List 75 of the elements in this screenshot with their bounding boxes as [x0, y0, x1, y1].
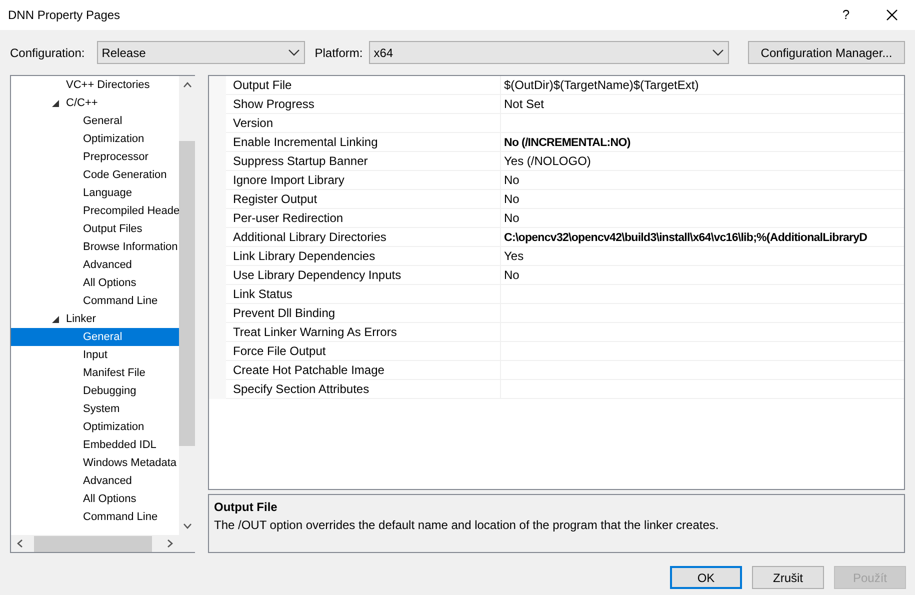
property-name[interactable]: Show Progress — [226, 95, 501, 114]
property-value[interactable]: Not Set — [501, 95, 904, 114]
platform-label: Platform: — [314, 44, 363, 62]
window-title: DNN Property Pages — [8, 7, 122, 24]
tree-item[interactable]: Output Files — [11, 220, 179, 238]
property-value[interactable]: No — [501, 190, 904, 209]
description-title: Output File — [214, 499, 278, 516]
property-name[interactable]: Additional Library Directories — [226, 228, 501, 247]
tree-item[interactable]: Command Line — [11, 508, 179, 526]
property-value[interactable]: $(OutDir)$(TargetName)$(TargetExt) — [501, 76, 904, 95]
configuration-label: Configuration: — [10, 44, 85, 62]
dialog-button[interactable]: Zrušit — [752, 566, 824, 589]
property-name[interactable]: Register Output — [226, 190, 501, 209]
property-name[interactable]: Prevent Dll Binding — [226, 304, 501, 323]
property-value[interactable]: Yes (/NOLOGO) — [501, 152, 904, 171]
chevron-down-icon — [712, 48, 724, 56]
scrollbar-thumb[interactable] — [34, 536, 152, 552]
property-name[interactable]: Use Library Dependency Inputs — [226, 266, 501, 285]
tree-item[interactable]: Code Generation — [11, 166, 179, 184]
tree-item[interactable]: Manifest File — [11, 364, 179, 382]
tree-item[interactable]: Advanced — [11, 472, 179, 490]
property-name[interactable]: Create Hot Patchable Image — [226, 361, 501, 380]
expand-arrow-icon[interactable] — [52, 100, 59, 106]
property-value[interactable]: C:\opencv32\opencv42\build3\install\x64\vc16\lib;%(AdditionalLibraryD — [501, 228, 904, 247]
property-name[interactable]: Output File — [226, 76, 501, 95]
description-text: The /OUT option overrides the default name and location of the program that the linker creates. — [214, 517, 720, 534]
property-name[interactable]: Link Status — [226, 285, 501, 304]
property-name[interactable]: Enable Incremental Linking — [226, 133, 501, 152]
property-value[interactable]: Yes — [501, 247, 904, 266]
scroll-right-icon[interactable] — [167, 539, 173, 548]
horizontal-scrollbar[interactable] — [11, 535, 195, 552]
tree-item[interactable]: Preprocessor — [11, 148, 179, 166]
scrollbar-thumb[interactable] — [179, 141, 195, 446]
tree-item[interactable]: Input — [11, 346, 179, 364]
dialog-button[interactable]: OK — [670, 566, 742, 589]
scroll-up-icon[interactable] — [182, 82, 192, 88]
tree-item[interactable]: Windows Metadata — [11, 454, 179, 472]
vertical-scrollbar[interactable] — [179, 76, 195, 535]
tree-item[interactable]: Precompiled Heade — [11, 202, 179, 220]
tree-item[interactable]: Browse Information — [11, 238, 179, 256]
tree-item[interactable]: System — [11, 400, 179, 418]
property-value[interactable]: No — [501, 171, 904, 190]
help-button[interactable]: ? — [823, 5, 869, 25]
tree-item[interactable]: Linker — [11, 310, 179, 328]
property-name[interactable]: Suppress Startup Banner — [226, 152, 501, 171]
tree-item[interactable]: All Options — [11, 274, 179, 292]
property-name[interactable]: Per-user Redirection — [226, 209, 501, 228]
property-name[interactable]: Force File Output — [226, 342, 501, 361]
tree-item[interactable]: VC++ Directories — [11, 76, 179, 94]
scroll-down-icon[interactable] — [182, 523, 192, 529]
tree-item[interactable]: Optimization — [11, 418, 179, 436]
tree-item[interactable]: Debugging — [11, 382, 179, 400]
property-name[interactable]: Ignore Import Library — [226, 171, 501, 190]
property-name[interactable]: Specify Section Attributes — [226, 380, 501, 399]
expand-arrow-icon[interactable] — [52, 316, 59, 322]
property-name[interactable]: Treat Linker Warning As Errors — [226, 323, 501, 342]
tree-item[interactable]: Command Line — [11, 292, 179, 310]
chevron-down-icon — [288, 48, 300, 56]
property-value[interactable]: No — [501, 209, 904, 228]
tree-item[interactable]: General — [11, 112, 179, 130]
tree-item[interactable]: General — [11, 328, 179, 346]
tree-item[interactable]: Embedded IDL — [11, 436, 179, 454]
platform-dropdown[interactable]: x64 — [368, 41, 729, 64]
property-name[interactable]: Link Library Dependencies — [226, 247, 501, 266]
tree-item[interactable]: All Options — [11, 490, 179, 508]
property-name[interactable]: Version — [226, 114, 501, 133]
tree-item[interactable]: Advanced — [11, 256, 179, 274]
tree-item[interactable]: C/C++ — [11, 94, 179, 112]
configuration-manager-button[interactable]: Configuration Manager... — [748, 41, 905, 64]
tree-item[interactable]: Optimization — [11, 130, 179, 148]
property-value[interactable]: No (/INCREMENTAL:NO) — [501, 133, 904, 152]
property-value[interactable]: No — [501, 266, 904, 285]
scroll-left-icon[interactable] — [17, 539, 23, 548]
configuration-dropdown[interactable]: Release — [96, 41, 305, 64]
tree-item[interactable]: Language — [11, 184, 179, 202]
